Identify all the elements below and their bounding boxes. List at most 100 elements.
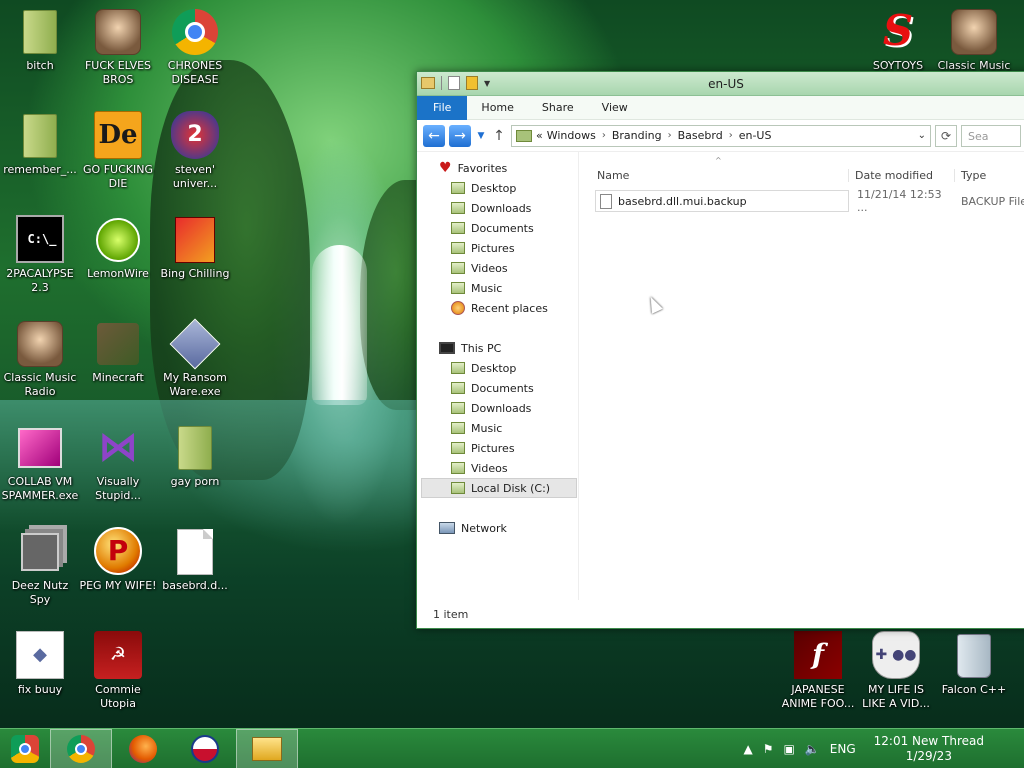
address-dropdown-icon[interactable]: ⌄ [918, 130, 926, 141]
nav-pc-desktop[interactable]: Desktop [417, 358, 578, 378]
nav-pc-videos[interactable]: Videos [417, 458, 578, 478]
desktop-icon-my-life-is-like-a-video[interactable]: ✚ ●● MY LIFE IS LIKE A VID... [856, 630, 936, 711]
nav-fav-recent-places[interactable]: Recent places [417, 298, 578, 318]
desktop-icon-fuck-elves-bros[interactable]: FUCK ELVES BROS [78, 8, 158, 87]
desktop-icon-label: My Ransom Ware.exe [163, 371, 227, 398]
nav-fav-documents[interactable]: Documents [417, 218, 578, 238]
breadcrumb-separator[interactable]: › [666, 130, 674, 141]
nav-fav-downloads[interactable]: Downloads [417, 198, 578, 218]
file-row[interactable]: basebrd.dll.mui.backup 11/21/14 12:53 ..… [595, 188, 1024, 214]
wallpaper-waterfall [312, 245, 367, 405]
desktop-icon-steven-universe[interactable]: 2 steven' univer... [155, 110, 235, 191]
desktop-icon-label: JAPANESE ANIME FOO... [781, 683, 855, 710]
obama-logo-icon [191, 734, 219, 763]
desktop-icon-bitch[interactable]: bitch [0, 8, 80, 73]
desktop-icon-basebrd[interactable]: basebrd.d... [155, 528, 235, 593]
address-toolbar: ← → ▼ ↑ « Windows › Branding › Basebrd ›… [417, 120, 1024, 152]
address-bar[interactable]: « Windows › Branding › Basebrd › en-US ⌄ [511, 124, 931, 147]
nav-label: Documents [471, 381, 534, 395]
desktop-icon-label: basebrd.d... [162, 579, 228, 592]
recent-locations-button[interactable]: ▼ [475, 131, 487, 141]
back-button[interactable]: ← [423, 124, 445, 147]
nav-fav-music[interactable]: Music [417, 278, 578, 298]
breadcrumb-windows[interactable]: Windows [547, 129, 596, 142]
taskbar-chrome[interactable] [50, 728, 112, 768]
desktop-icon-label: PEG MY WIFE! [79, 579, 157, 592]
desktop-icon-my-ransomware[interactable]: My Ransom Ware.exe [155, 318, 235, 399]
desktop-icon-visually-stupid[interactable]: ⋈ Visually Stupid... [78, 424, 158, 503]
clock[interactable]: 12:01 New Thread 1/29/23 [874, 734, 984, 764]
diamond-icon [169, 318, 221, 370]
nav-fav-videos[interactable]: Videos [417, 258, 578, 278]
desktop-icon-japanese-anime[interactable]: f JAPANESE ANIME FOO... [778, 630, 858, 711]
nav-network[interactable]: Network [417, 518, 578, 538]
taskbar: ▲ ⚑ ▣ 🔈 ENG 12:01 New Thread 1/29/23 [0, 728, 1024, 768]
forward-button[interactable]: → [449, 124, 471, 147]
nav-pc-local-disk[interactable]: Local Disk (C:) [421, 478, 577, 498]
title-bar[interactable]: ▼ en-US [417, 72, 1024, 96]
nav-this-pc-label: This PC [461, 341, 502, 355]
desktop-icon-peg-my-wife[interactable]: P PEG MY WIFE! [78, 526, 158, 593]
nav-pc-music[interactable]: Music [417, 418, 578, 438]
nav-label: Downloads [471, 201, 532, 215]
taskbar-obama[interactable] [174, 729, 236, 768]
desktop-icon-gay-porn[interactable]: gay porn [155, 424, 235, 489]
tab-home[interactable]: Home [467, 96, 527, 120]
nav-fav-desktop[interactable]: Desktop [417, 178, 578, 198]
refresh-button[interactable]: ⟳ [935, 124, 957, 147]
desktop-icon-soytoys[interactable]: S SOYTOYS [858, 6, 938, 73]
desktop-icon-chrones-disease[interactable]: CHRONES DISEASE [155, 8, 235, 87]
breadcrumb-overflow[interactable]: « [536, 129, 543, 142]
search-input[interactable]: Sea [961, 124, 1021, 147]
nav-fav-pictures[interactable]: Pictures [417, 238, 578, 258]
desktop-icon-lemonwire[interactable]: LemonWire [78, 216, 158, 281]
taskbar-firefox[interactable] [112, 729, 174, 768]
desktop-icon-minecraft[interactable]: Minecraft [78, 320, 158, 385]
file-name-cell[interactable]: basebrd.dll.mui.backup [595, 190, 849, 212]
breadcrumb-separator[interactable]: › [600, 130, 608, 141]
desktop-icon-classic-music[interactable]: Classic Music [934, 8, 1014, 73]
breadcrumb-en-us[interactable]: en-US [739, 129, 772, 142]
desktop-icon-2pacalypse[interactable]: C:\_ 2PACALYPSE 2.3 [0, 214, 80, 295]
portrait-icon [950, 8, 998, 56]
volume-icon[interactable]: 🔈 [805, 742, 820, 756]
column-header-name[interactable]: Name [587, 169, 849, 182]
nav-this-pc[interactable]: This PC [417, 338, 578, 358]
column-header-date[interactable]: Date modified [849, 169, 955, 182]
downloads-icon [451, 402, 465, 414]
nav-pc-downloads[interactable]: Downloads [417, 398, 578, 418]
game-box-icon [171, 216, 219, 264]
desktop-icon-commie-utopia[interactable]: ☭ Commie Utopia [78, 630, 158, 711]
nav-pc-documents[interactable]: Documents [417, 378, 578, 398]
desktop-icon-bing-chilling[interactable]: Bing Chilling [155, 216, 235, 281]
desktop-icon-remember[interactable]: remember_... [0, 112, 80, 177]
action-center-flag-icon[interactable]: ⚑ [763, 742, 774, 756]
desktop-icon-falcon-cpp[interactable]: Falcon C++ [934, 632, 1014, 697]
nav-favorites[interactable]: ♥ Favorites [417, 158, 578, 178]
taskbar-file-explorer[interactable] [236, 728, 298, 768]
tab-view[interactable]: View [588, 96, 642, 120]
start-button[interactable] [0, 729, 50, 768]
desktop-icon-fix-buuy[interactable]: ◆ fix buuy [0, 630, 80, 697]
file-name: basebrd.dll.mui.backup [618, 194, 747, 208]
breadcrumb-basebrd[interactable]: Basebrd [678, 129, 723, 142]
s-logo-icon: S [882, 6, 914, 55]
breadcrumb-branding[interactable]: Branding [612, 129, 662, 142]
documents-icon [451, 222, 465, 234]
file-list[interactable]: ^ Name Date modified Type basebrd.dll.mu… [587, 152, 1024, 600]
up-button[interactable]: ↑ [491, 128, 507, 144]
language-indicator[interactable]: ENG [830, 742, 856, 756]
desktop-icon-deez-nutz-spy[interactable]: Deez Nutz Spy [0, 528, 80, 607]
explorer-window[interactable]: ▼ en-US File Home Share View ← → ▼ ↑ « W… [416, 71, 1024, 629]
show-hidden-icons-icon[interactable]: ▲ [744, 742, 753, 756]
desktop-icon-classic-music-radio[interactable]: Classic Music Radio [0, 320, 80, 399]
network-icon[interactable]: ▣ [784, 742, 795, 756]
tab-share[interactable]: Share [528, 96, 588, 120]
tab-file[interactable]: File [417, 96, 468, 120]
desktop-icon-label: Minecraft [92, 371, 144, 384]
desktop-icon-collab-vm-spammer[interactable]: COLLAB VM SPAMMER.exe [0, 424, 80, 503]
column-header-type[interactable]: Type [955, 169, 986, 182]
nav-pc-pictures[interactable]: Pictures [417, 438, 578, 458]
desktop-icon-go-fucking-die[interactable]: De GO FUCKING DIE [78, 110, 158, 191]
breadcrumb-separator[interactable]: › [727, 130, 735, 141]
